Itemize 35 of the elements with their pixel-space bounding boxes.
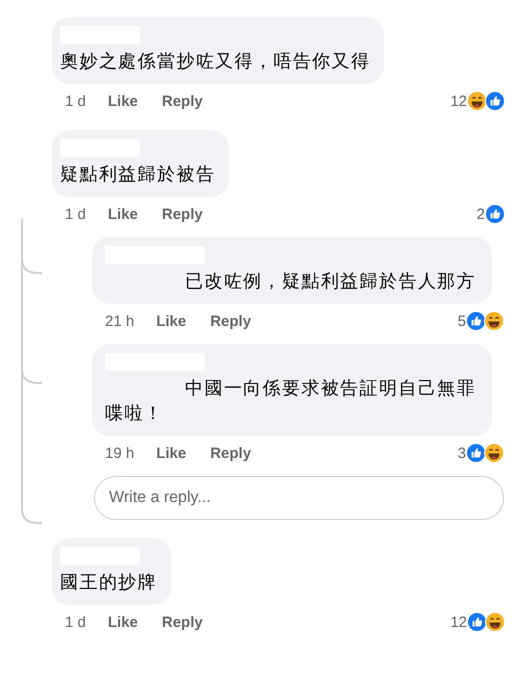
reply-text: 中國一向係要求被告証明自己無罪喋啦！ [105, 377, 477, 425]
like-link[interactable]: Like [108, 206, 138, 222]
reply-link[interactable]: Reply [210, 444, 252, 462]
reaction-count: 3 [458, 444, 466, 462]
reply-link[interactable]: Reply [162, 206, 203, 222]
like-link[interactable]: Like [108, 614, 138, 630]
reaction-count: 12 [450, 614, 467, 630]
reply-link[interactable]: Reply [162, 614, 203, 630]
reply-link[interactable]: Reply [210, 312, 252, 330]
reply-link[interactable]: Reply [162, 92, 203, 110]
thumbs-up-icon [485, 91, 505, 111]
comment-text: 奧妙之處係當抄咗又得，唔告你又得 [60, 50, 370, 73]
thumbs-up-icon [467, 612, 487, 632]
laughing-face-icon [467, 91, 487, 111]
comment-text: 國王的抄牌 [60, 571, 157, 594]
like-link[interactable]: Like [156, 312, 186, 330]
like-link[interactable]: Like [156, 444, 186, 462]
thumbs-up-icon [466, 311, 486, 331]
comment-text: 疑點利益歸於被告 [60, 163, 216, 186]
laughing-face-icon [484, 443, 504, 463]
thumbs-up-icon [466, 443, 486, 463]
comment-time: 1 d [65, 92, 86, 110]
comment-time: 1 d [65, 206, 86, 222]
comment-time: 19 h [105, 444, 134, 462]
laughing-face-icon [484, 311, 504, 331]
comment-time: 1 d [65, 614, 86, 630]
reaction-count: 5 [458, 312, 466, 330]
thumbs-up-icon [485, 204, 505, 224]
reaction-count: 2 [476, 206, 485, 222]
reply-text: 已改咗例，疑點利益歸於告人那方 [184, 270, 477, 293]
like-link[interactable]: Like [108, 92, 138, 110]
reaction-count: 12 [450, 92, 467, 110]
comment-time: 21 h [105, 312, 134, 330]
reply-input-field[interactable]: Write a reply... [94, 476, 504, 520]
laughing-face-icon [485, 612, 505, 632]
